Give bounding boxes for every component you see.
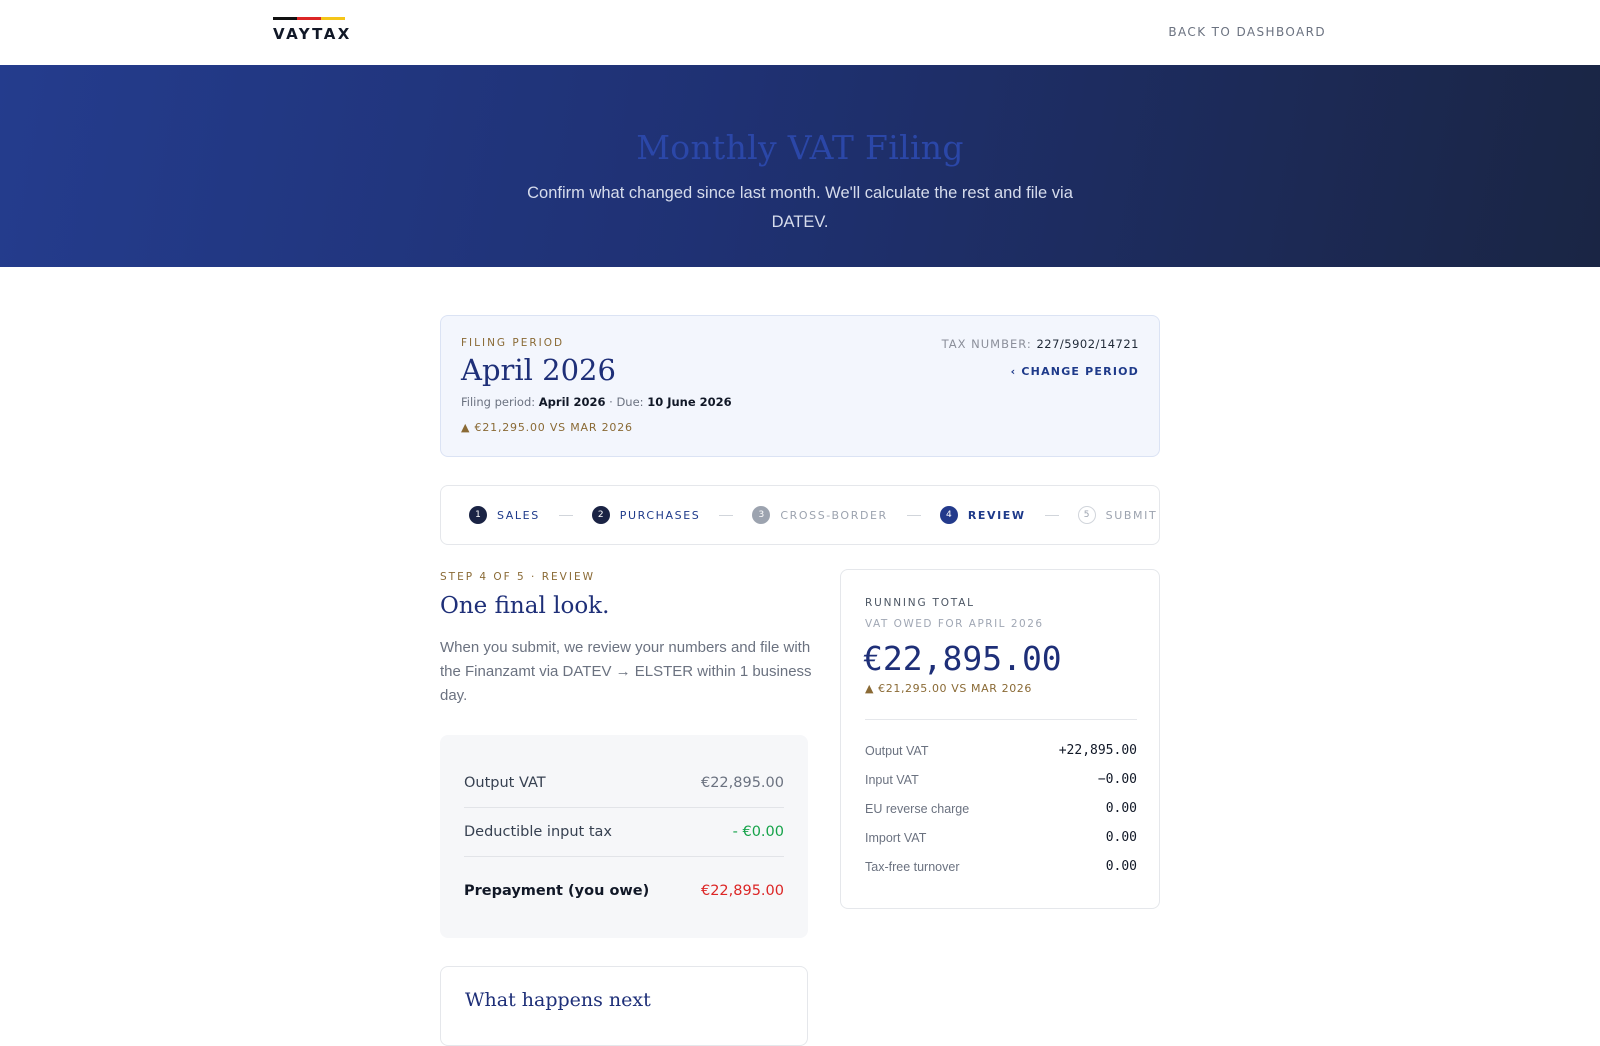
step-submit[interactable]: 5 SUBMIT — [1077, 506, 1158, 524]
step-separator — [906, 514, 921, 516]
breakdown-label: Input VAT — [865, 772, 919, 787]
breakdown-value: +22,895.00 — [1058, 743, 1137, 758]
step-separator — [719, 514, 734, 516]
running-total-delta: ▲ €21,295.00 VS MAR 2026 — [865, 682, 1032, 695]
what-happens-next-card: What happens next — [440, 966, 808, 1046]
summary-label: Output VAT — [464, 774, 546, 791]
step-number: 5 — [1077, 506, 1096, 524]
filing-period-card: FILING PERIOD April 2026 Filing period: … — [440, 315, 1160, 457]
breakdown-label: Tax-free turnover — [865, 859, 960, 874]
breakdown-row-output-vat: Output VAT +22,895.00 — [865, 736, 1137, 765]
running-total-sublabel: VAT OWED FOR APRIL 2026 — [865, 618, 1044, 630]
period-label: Filing period: — [461, 395, 536, 409]
progress-stepper: 1 SALES 2 PURCHASES 3 CROSS-BORDER 4 REV… — [440, 485, 1160, 545]
period-delta: ▲ €21,295.00 VS MAR 2026 — [461, 421, 633, 434]
summary-row-total: Prepayment (you owe) €22,895.00 — [464, 857, 784, 925]
step-review[interactable]: 4 REVIEW — [939, 506, 1026, 524]
step-label: PURCHASES — [619, 508, 701, 522]
period-value: April 2026 — [538, 395, 606, 409]
page-title: Monthly VAT Filing — [636, 128, 964, 167]
step-eyebrow: STEP 4 OF 5 · REVIEW — [440, 571, 595, 583]
due-label: Due: — [616, 395, 644, 409]
breakdown-row-tax-free-turnover: Tax-free turnover 0.00 — [865, 852, 1137, 881]
change-period-link[interactable]: ‹ CHANGE PERIOD — [1011, 365, 1139, 378]
summary-value: - €0.00 — [732, 824, 784, 840]
step-label: SUBMIT — [1105, 508, 1158, 522]
step-number: 4 — [939, 506, 958, 524]
breakdown-label: Import VAT — [865, 830, 927, 845]
step-label: REVIEW — [967, 508, 1026, 522]
filing-period-title: April 2026 — [461, 353, 616, 387]
step-label: SALES — [497, 508, 540, 522]
breakdown-value: 0.00 — [1105, 859, 1137, 874]
summary-label: Deductible input tax — [464, 824, 612, 840]
review-description: When you submit, we review your numbers … — [440, 639, 812, 704]
step-number: 1 — [469, 506, 487, 524]
stripe-black — [273, 17, 297, 20]
step-separator — [1044, 514, 1059, 516]
summary-value: €22,895.00 — [700, 883, 784, 899]
breakdown-value: −0.00 — [1097, 772, 1137, 787]
tax-number-value: 227/5902/14721 — [1036, 337, 1139, 351]
running-total-card: RUNNING TOTAL VAT OWED FOR APRIL 2026 €2… — [840, 569, 1160, 909]
breakdown-value: 0.00 — [1105, 830, 1137, 845]
breakdown-value: 0.00 — [1105, 801, 1137, 816]
stripe-gold — [321, 17, 345, 20]
step-separator — [558, 514, 573, 516]
step-label: CROSS-BORDER — [780, 508, 888, 522]
meta-separator: · — [609, 395, 613, 409]
review-title: One final look. — [440, 593, 610, 619]
summary-label: Prepayment (you owe) — [464, 883, 650, 899]
top-bar: VAYTAX BACK TO DASHBOARD — [0, 0, 1600, 65]
step-number: 2 — [591, 506, 610, 524]
tax-number: TAX NUMBER: 227/5902/14721 — [942, 337, 1139, 351]
breakdown-label: Output VAT — [865, 743, 929, 758]
step-purchases[interactable]: 2 PURCHASES — [591, 506, 701, 524]
breakdown-row-import-vat: Import VAT 0.00 — [865, 823, 1137, 852]
hero-banner: Monthly VAT Filing Confirm what changed … — [0, 65, 1600, 267]
step-cross-border[interactable]: 3 CROSS-BORDER — [752, 506, 887, 524]
breakdown-row-input-vat: Input VAT −0.00 — [865, 765, 1137, 794]
filing-period-meta: Filing period: April 2026 · Due: 10 June… — [461, 395, 732, 409]
brand-name: VAYTAX — [273, 25, 352, 43]
page-subtitle: Confirm what changed since last month. W… — [527, 184, 1073, 231]
vat-summary-box: Output VAT €22,895.00 Deductible input t… — [440, 735, 808, 938]
running-total-label: RUNNING TOTAL — [865, 597, 975, 609]
logo-flag-stripe — [273, 17, 345, 20]
divider — [865, 719, 1137, 720]
breakdown-row-eu-reverse-charge: EU reverse charge 0.00 — [865, 794, 1137, 823]
summary-row-output: Output VAT €22,895.00 — [464, 758, 784, 808]
brand-logo[interactable]: VAYTAX — [273, 17, 352, 43]
back-to-dashboard-link[interactable]: BACK TO DASHBOARD — [1168, 25, 1326, 39]
breakdown-label: EU reverse charge — [865, 801, 970, 816]
step-sales[interactable]: 1 SALES — [469, 506, 540, 524]
step-number: 3 — [752, 506, 771, 524]
summary-value: €22,895.00 — [700, 774, 784, 791]
tax-number-label: TAX NUMBER: — [941, 337, 1032, 351]
running-total-amount: €22,895.00 — [863, 639, 1062, 678]
stripe-red — [297, 17, 321, 20]
what-happens-next-title: What happens next — [465, 989, 651, 1011]
running-total-breakdown: Output VAT +22,895.00 Input VAT −0.00 EU… — [865, 736, 1137, 881]
due-value: 10 June 2026 — [647, 395, 732, 409]
filing-period-eyebrow: FILING PERIOD — [461, 337, 565, 349]
summary-row-input: Deductible input tax - €0.00 — [464, 808, 784, 857]
